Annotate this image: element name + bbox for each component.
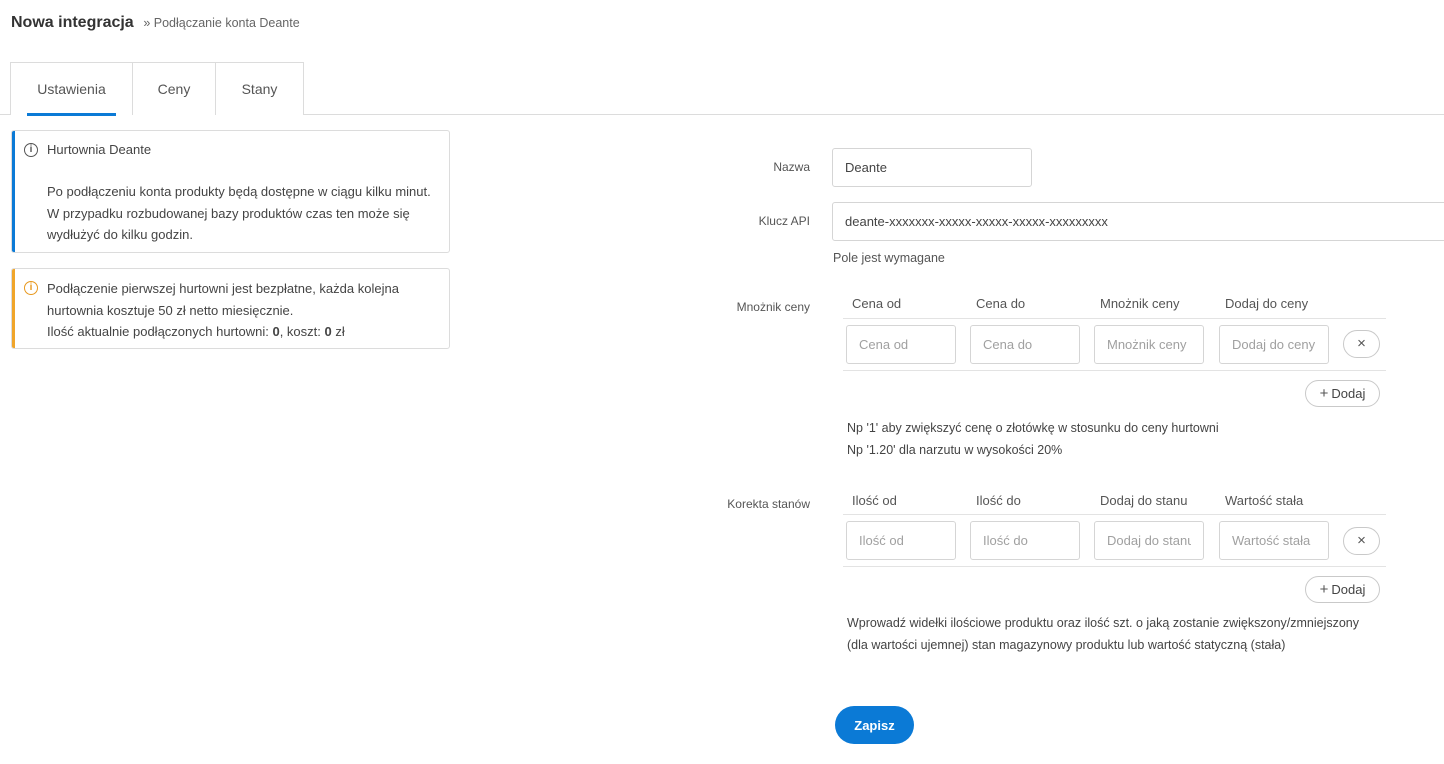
page-title: Nowa integracja [11, 14, 134, 31]
api-key-label: Klucz API [758, 214, 810, 228]
info-alert: i Hurtownia Deante Po podłączeniu konta … [11, 130, 450, 253]
col-add-to-stock: Dodaj do stanu [1100, 493, 1188, 508]
alert-stripe [12, 269, 15, 348]
stock-correction-note: Wprowadź widełki ilościowe produktu oraz… [847, 616, 1360, 652]
table-divider [843, 318, 1386, 319]
connected-count-text: Ilość aktualnie podłączonych hurtowni: 0… [47, 324, 345, 339]
add-label: Dodaj [1331, 386, 1366, 401]
page-header: Nowa integracja » Podłączanie konta Dean… [11, 14, 300, 32]
col-price-from: Cena od [852, 296, 902, 311]
add-stock-row-button[interactable]: + Dodaj [1305, 576, 1380, 603]
price-multiplier-input[interactable] [1094, 325, 1204, 364]
warning-alert: i Podłączenie pierwszej hurtowni jest be… [11, 268, 450, 349]
col-price-multiplier: Mnożnik ceny [1100, 296, 1180, 311]
info-icon: i [24, 143, 38, 157]
save-button[interactable]: Zapisz [835, 706, 914, 744]
alert-stripe [12, 131, 15, 252]
price-from-input[interactable] [846, 325, 956, 364]
connected-count: 0 [272, 324, 280, 339]
tab-ustawienia[interactable]: Ustawienia [10, 62, 133, 116]
stock-correction-label: Korekta stanów [727, 497, 810, 511]
col-qty-from: Ilość od [852, 493, 897, 508]
pricing-text: Podłączenie pierwszej hurtowni jest bezp… [47, 281, 399, 318]
plus-icon: + [1319, 581, 1329, 598]
col-add-to-price: Dodaj do ceny [1225, 296, 1309, 311]
add-to-stock-input[interactable] [1094, 521, 1204, 560]
add-price-row-button[interactable]: + Dodaj [1305, 380, 1380, 407]
close-icon: × [1357, 532, 1366, 549]
alert-body: Po podłączeniu konta produkty będą dostę… [47, 184, 431, 242]
tab-bar: Ustawienia Ceny Stany [10, 62, 304, 116]
col-qty-to: Ilość do [976, 493, 1021, 508]
api-key-input[interactable] [832, 202, 1444, 241]
add-to-price-input[interactable] [1219, 325, 1329, 364]
alert-body: Podłączenie pierwszej hurtowni jest bezp… [47, 278, 433, 343]
qty-from-input[interactable] [846, 521, 956, 560]
price-to-input[interactable] [970, 325, 1080, 364]
add-label: Dodaj [1331, 582, 1366, 597]
table-divider [843, 514, 1386, 515]
name-input[interactable] [832, 148, 1032, 187]
close-icon: × [1357, 335, 1366, 352]
alert-title: Hurtownia Deante [47, 142, 152, 157]
col-price-to: Cena do [976, 296, 1026, 311]
fixed-value-input[interactable] [1219, 521, 1329, 560]
qty-to-input[interactable] [970, 521, 1080, 560]
plus-icon: + [1319, 385, 1329, 402]
table-divider [843, 566, 1386, 567]
total-cost: 0 [324, 324, 332, 339]
tab-stany[interactable]: Stany [215, 62, 304, 115]
table-divider [843, 370, 1386, 371]
api-key-required-hint: Pole jest wymagane [833, 251, 945, 265]
price-multiplier-label: Mnożnik ceny [736, 300, 810, 314]
warning-icon: i [24, 281, 38, 295]
name-label: Nazwa [773, 160, 810, 174]
price-multiplier-note: Np '1' aby zwiększyć cenę o złotówkę w s… [847, 421, 1219, 457]
breadcrumb: » Podłączanie konta Deante [143, 16, 300, 30]
remove-price-row-button[interactable]: × [1343, 330, 1380, 358]
col-fixed-value: Wartość stała [1225, 493, 1304, 508]
tab-ceny[interactable]: Ceny [132, 62, 216, 115]
remove-stock-row-button[interactable]: × [1343, 527, 1380, 555]
